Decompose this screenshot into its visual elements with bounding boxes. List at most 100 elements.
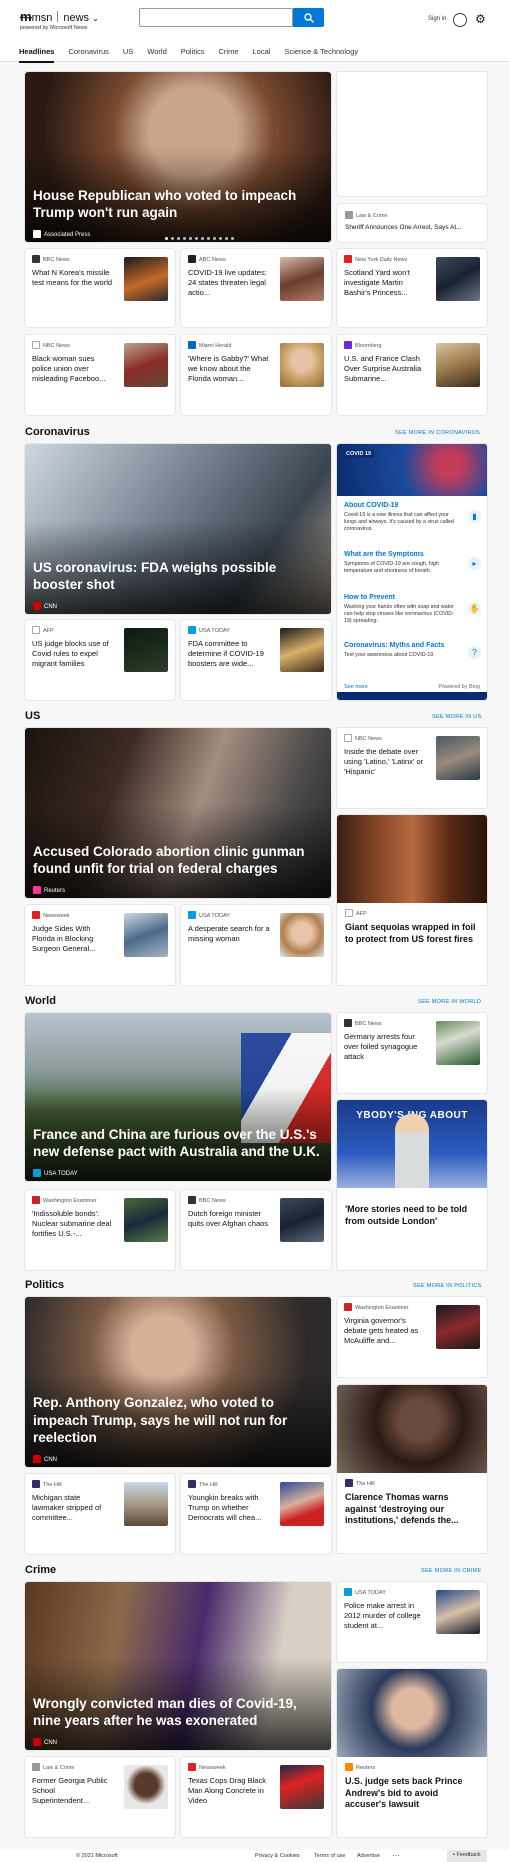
card-title[interactable]: Police make arrest in 2012 murder of col… (344, 1601, 426, 1631)
card-title[interactable]: Texas Cops Drag Black Man Along Concrete… (188, 1776, 270, 1806)
search-button[interactable] (293, 8, 324, 27)
covid-item-prevent[interactable]: How to Prevent Washing your hands often … (337, 592, 487, 638)
card-title[interactable]: US judge blocks use of Covid rules to ex… (32, 639, 114, 669)
info-icon: ▮ (468, 510, 481, 523)
card-title[interactable]: Germany arrests four over foiled synagog… (344, 1032, 426, 1062)
crime-side-card-2[interactable]: Reuters U.S. judge sets back Prince Andr… (337, 1669, 487, 1837)
covid-item-symptoms[interactable]: What are the Symptoms Symptoms of COVID-… (337, 549, 487, 589)
see-more-us[interactable]: SEE MORE IN US (432, 714, 481, 720)
covid-see-more[interactable]: See more (344, 684, 368, 690)
nav-tab-us[interactable]: US (123, 47, 133, 63)
card-title[interactable]: COVID-19 live updates: 24 states threate… (188, 268, 270, 298)
top-card-1[interactable]: BBC News What N Korea's missile test mean… (25, 249, 175, 327)
top-card-2[interactable]: ABC News COVID-19 live updates: 24 states… (181, 249, 331, 327)
card-title[interactable]: A desperate search for a missing woman (188, 924, 270, 944)
nav-tab-science-technology[interactable]: Science & Technology (284, 47, 358, 63)
card-source: Law & Crime (32, 1763, 74, 1771)
top-card-3[interactable]: New York Daily News Scotland Yard won't i… (337, 249, 487, 327)
card-title[interactable]: Virginia governor's debate gets heated a… (344, 1316, 426, 1346)
card-title[interactable]: FDA committee to determine if COVID-19 b… (188, 639, 270, 669)
world-side-card-2[interactable]: YBODY'S ING ABOUT 'More stories need to … (337, 1100, 487, 1270)
crime-card-2[interactable]: Newsweek Texas Cops Drag Black Man Along … (181, 1757, 331, 1837)
sign-in-link[interactable]: Sign in (428, 16, 446, 22)
card-title[interactable]: Former Georgia Public School Superintend… (32, 1776, 114, 1806)
world-side-card-1[interactable]: BBC News Germany arrests four over foiled… (337, 1013, 487, 1093)
msn-news-logo[interactable]: ᵯmsn news ⌄ (20, 9, 99, 24)
card-title[interactable]: Michigan state lawmaker stripped of comm… (32, 1493, 114, 1523)
covid-item-about[interactable]: About COVID-19 Covid-19 is a new illness… (337, 496, 487, 546)
hero-title[interactable]: US coronavirus: FDA weighs possible boos… (33, 559, 321, 594)
see-more-politics[interactable]: SEE MORE IN POLITICS (413, 1283, 482, 1289)
card-title[interactable]: Black woman sues police union over misle… (32, 354, 114, 384)
card-title[interactable]: Scotland Yard won't investigate Martin B… (344, 268, 426, 298)
see-more-coronavirus[interactable]: SEE MORE IN CORONAVIRUS (395, 430, 480, 436)
crime-side-card-1[interactable]: USA TODAY Police make arrest in 2012 murd… (337, 1582, 487, 1662)
nav-tab-headlines[interactable]: Headlines (19, 47, 55, 63)
hero-title[interactable]: Rep. Anthony Gonzalez, who voted to impe… (33, 1394, 321, 1447)
card-title[interactable]: Judge Sides With Florida in Blocking Sur… (32, 924, 114, 954)
search-input[interactable] (139, 8, 293, 27)
hero-title[interactable]: Accused Colorado abortion clinic gunman … (33, 843, 321, 878)
card-title[interactable]: Dutch foreign minister quits over Afghan… (188, 1209, 270, 1229)
covid-item-title[interactable]: What are the Symptoms (344, 551, 424, 558)
terms-link[interactable]: Terms of use (314, 1853, 345, 1859)
chevron-down-icon[interactable]: ⌄ (92, 14, 99, 23)
nav-tab-crime[interactable]: Crime (219, 47, 239, 63)
card-title[interactable]: U.S. and France Clash Over Surprise Aust… (344, 354, 426, 384)
top-card-6[interactable]: Bloomberg U.S. and France Clash Over Surp… (337, 335, 487, 415)
crime-card-1[interactable]: Law & Crime Former Georgia Public School … (25, 1757, 175, 1837)
politics-card-1[interactable]: The Hill Michigan state lawmaker stripped… (25, 1474, 175, 1554)
covid-item-title[interactable]: About COVID-19 (344, 502, 398, 509)
top-side-card-sheriff[interactable]: Law & Crime Sheriff Announces One Arrest… (337, 204, 487, 242)
coronavirus-card-1[interactable]: AFP US judge blocks use of Covid rules to… (25, 620, 175, 700)
hero-title[interactable]: Wrongly convicted man dies of Covid-19, … (33, 1695, 321, 1730)
carousel-dots[interactable] (165, 237, 234, 240)
card-title[interactable]: Giant sequoias wrapped in foil to protec… (345, 922, 479, 945)
crime-hero-card[interactable]: Wrongly convicted man dies of Covid-19, … (25, 1582, 331, 1750)
avatar-icon[interactable] (453, 13, 467, 27)
card-title[interactable]: 'Where is Gabby?' What we know about the… (188, 354, 270, 384)
world-hero-card[interactable]: France and China are furious over the U.… (25, 1013, 331, 1181)
top-hero-card[interactable]: House Republican who voted to impeach Tr… (25, 72, 331, 242)
see-more-crime[interactable]: SEE MORE IN CRIME (421, 1568, 481, 1574)
nav-tab-local[interactable]: Local (253, 47, 271, 63)
card-title[interactable]: What N Korea's missile test means for th… (32, 268, 114, 288)
politics-side-card-2[interactable]: The Hill Clarence Thomas warns against '… (337, 1385, 487, 1553)
politics-side-card-1[interactable]: Washington Examiner Virginia governor's d… (337, 1297, 487, 1377)
us-side-card-1[interactable]: NBC News Inside the debate over using 'La… (337, 728, 487, 808)
world-card-2[interactable]: BBC News Dutch foreign minister quits ove… (181, 1190, 331, 1270)
us-card-2[interactable]: USA TODAY A desperate search for a missin… (181, 905, 331, 985)
us-card-1[interactable]: Newsweek Judge Sides With Florida in Bloc… (25, 905, 175, 985)
top-card-4[interactable]: NBC News Black woman sues police union ov… (25, 335, 175, 415)
world-card-1[interactable]: Washington Examiner 'Indissoluble bonds':… (25, 1190, 175, 1270)
politics-card-2[interactable]: The Hill Youngkin breaks with Trump on wh… (181, 1474, 331, 1554)
gear-icon[interactable]: ⚙ (475, 12, 486, 26)
covid-item-myths[interactable]: Coronavirus: Myths and Facts Test your a… (337, 640, 487, 674)
card-title[interactable]: Inside the debate over using 'Latino,' '… (344, 747, 426, 777)
card-title[interactable]: U.S. judge sets back Prince Andrew's bid… (345, 1776, 479, 1811)
hero-title[interactable]: France and China are furious over the U.… (33, 1126, 321, 1161)
advertise-link[interactable]: Advertise (357, 1853, 380, 1859)
politics-hero-card[interactable]: Rep. Anthony Gonzalez, who voted to impe… (25, 1297, 331, 1467)
coronavirus-card-2[interactable]: USA TODAY FDA committee to determine if C… (181, 620, 331, 700)
top-card-5[interactable]: Miami Herald 'Where is Gabby?' What we kn… (181, 335, 331, 415)
card-title[interactable]: Youngkin breaks with Trump on whether De… (188, 1493, 270, 1523)
nav-tab-politics[interactable]: Politics (181, 47, 205, 63)
feedback-button[interactable]: ▪ Feedback (447, 1850, 487, 1862)
card-source: Newsweek (188, 1763, 226, 1771)
privacy-link[interactable]: Privacy & Cookies (255, 1853, 300, 1859)
us-side-card-2[interactable]: AFP Giant sequoias wrapped in foil to pr… (337, 815, 487, 985)
more-options-icon[interactable]: ··· (392, 1851, 400, 1860)
us-hero-card[interactable]: Accused Colorado abortion clinic gunman … (25, 728, 331, 898)
card-title[interactable]: Clarence Thomas warns against 'destroyin… (345, 1492, 479, 1527)
covid-item-title[interactable]: How to Prevent (344, 594, 395, 601)
card-title[interactable]: Sheriff Announces One Arrest, Says At... (345, 224, 479, 232)
card-title[interactable]: 'Indissoluble bonds': Nuclear submarine … (32, 1209, 114, 1239)
see-more-world[interactable]: SEE MORE IN WORLD (418, 999, 481, 1005)
hero-title[interactable]: House Republican who voted to impeach Tr… (33, 187, 321, 222)
card-title[interactable]: 'More stories need to be told from outsi… (345, 1204, 479, 1227)
coronavirus-hero-card[interactable]: US coronavirus: FDA weighs possible boos… (25, 444, 331, 614)
nav-tab-world[interactable]: World (147, 47, 166, 63)
covid-item-title[interactable]: Coronavirus: Myths and Facts (344, 642, 444, 649)
nav-tab-coronavirus[interactable]: Coronavirus (68, 47, 108, 63)
